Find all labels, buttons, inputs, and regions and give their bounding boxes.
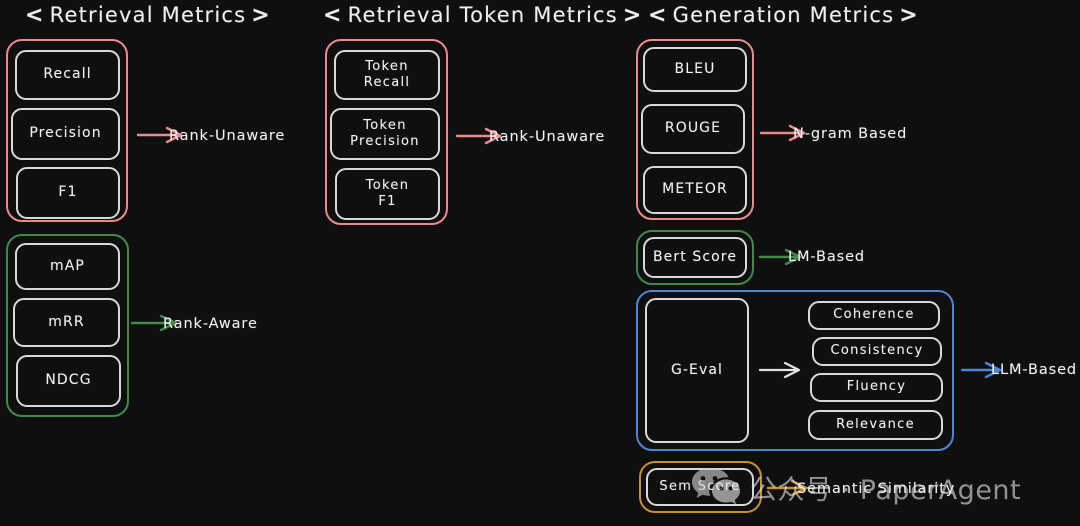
metric-box-bleu[interactable]: BLEU [643,47,747,92]
column-title-retrieval-token-metrics: < Retrieval Token Metrics > [318,3,648,28]
metric-box-token-recall-line2: Recall [363,75,411,90]
bracket-left-icon: < [323,3,343,28]
metric-box-recall[interactable]: Recall [15,50,120,100]
metric-box-token-precision[interactable]: Token Precision [330,108,440,160]
column-title-text: Retrieval Metrics [49,3,247,27]
metric-box-f1[interactable]: F1 [16,167,120,219]
metric-box-map[interactable]: mAP [15,243,120,290]
metric-box-mrr[interactable]: mRR [13,298,120,347]
metric-box-sem-score[interactable]: Sem Score [646,468,754,506]
metric-box-token-f1-line1: Token [365,177,410,193]
column-title-text: Retrieval Token Metrics [347,3,618,27]
bracket-right-icon: > [899,3,919,28]
label-rank-unaware-1: Rank-Unaware [169,128,286,144]
bracket-left-icon: < [25,3,45,28]
metric-box-meteor[interactable]: METEOR [643,166,747,214]
column-title-retrieval-metrics: < Retrieval Metrics > [20,3,276,28]
metric-box-bert-score[interactable]: Bert Score [643,237,747,278]
label-ngram-based: N-gram Based [793,126,908,142]
metric-box-token-f1-line2: F1 [378,194,397,209]
bracket-left-icon: < [648,3,668,28]
metric-box-g-eval[interactable]: G-Eval [645,298,749,443]
metric-box-consistency[interactable]: Consistency [812,337,942,366]
arrow-g-eval-to-criteria [758,361,801,379]
metric-box-ndcg[interactable]: NDCG [16,355,121,407]
metric-box-token-recall-line1: Token [365,58,409,74]
metric-box-fluency[interactable]: Fluency [810,373,943,402]
label-llm-based: LLM-Based [991,362,1077,378]
diagram-canvas: < Retrieval Metrics > < Retrieval Token Met… [0,0,1080,526]
column-title-generation-metrics: < Generation Metrics > [643,3,924,28]
metric-box-rouge[interactable]: ROUGE [641,104,745,154]
label-rank-unaware-2: Rank-Unaware [489,129,606,145]
metric-box-token-recall[interactable]: Token Recall [334,50,440,100]
metric-box-token-precision-line1: Token [363,117,407,133]
bracket-right-icon: > [251,3,271,28]
metric-box-coherence[interactable]: Coherence [808,301,940,330]
label-rank-aware: Rank-Aware [163,316,258,332]
column-title-text: Generation Metrics [672,3,895,27]
metric-box-precision[interactable]: Precision [11,108,120,160]
metric-box-relevance[interactable]: Relevance [808,410,943,440]
metric-box-token-precision-line2: Precision [350,134,420,149]
label-lm-based: LM-Based [788,249,866,265]
metric-box-token-f1[interactable]: Token F1 [335,168,440,220]
label-semantic-similarity: Semantic Similarity [797,481,956,497]
